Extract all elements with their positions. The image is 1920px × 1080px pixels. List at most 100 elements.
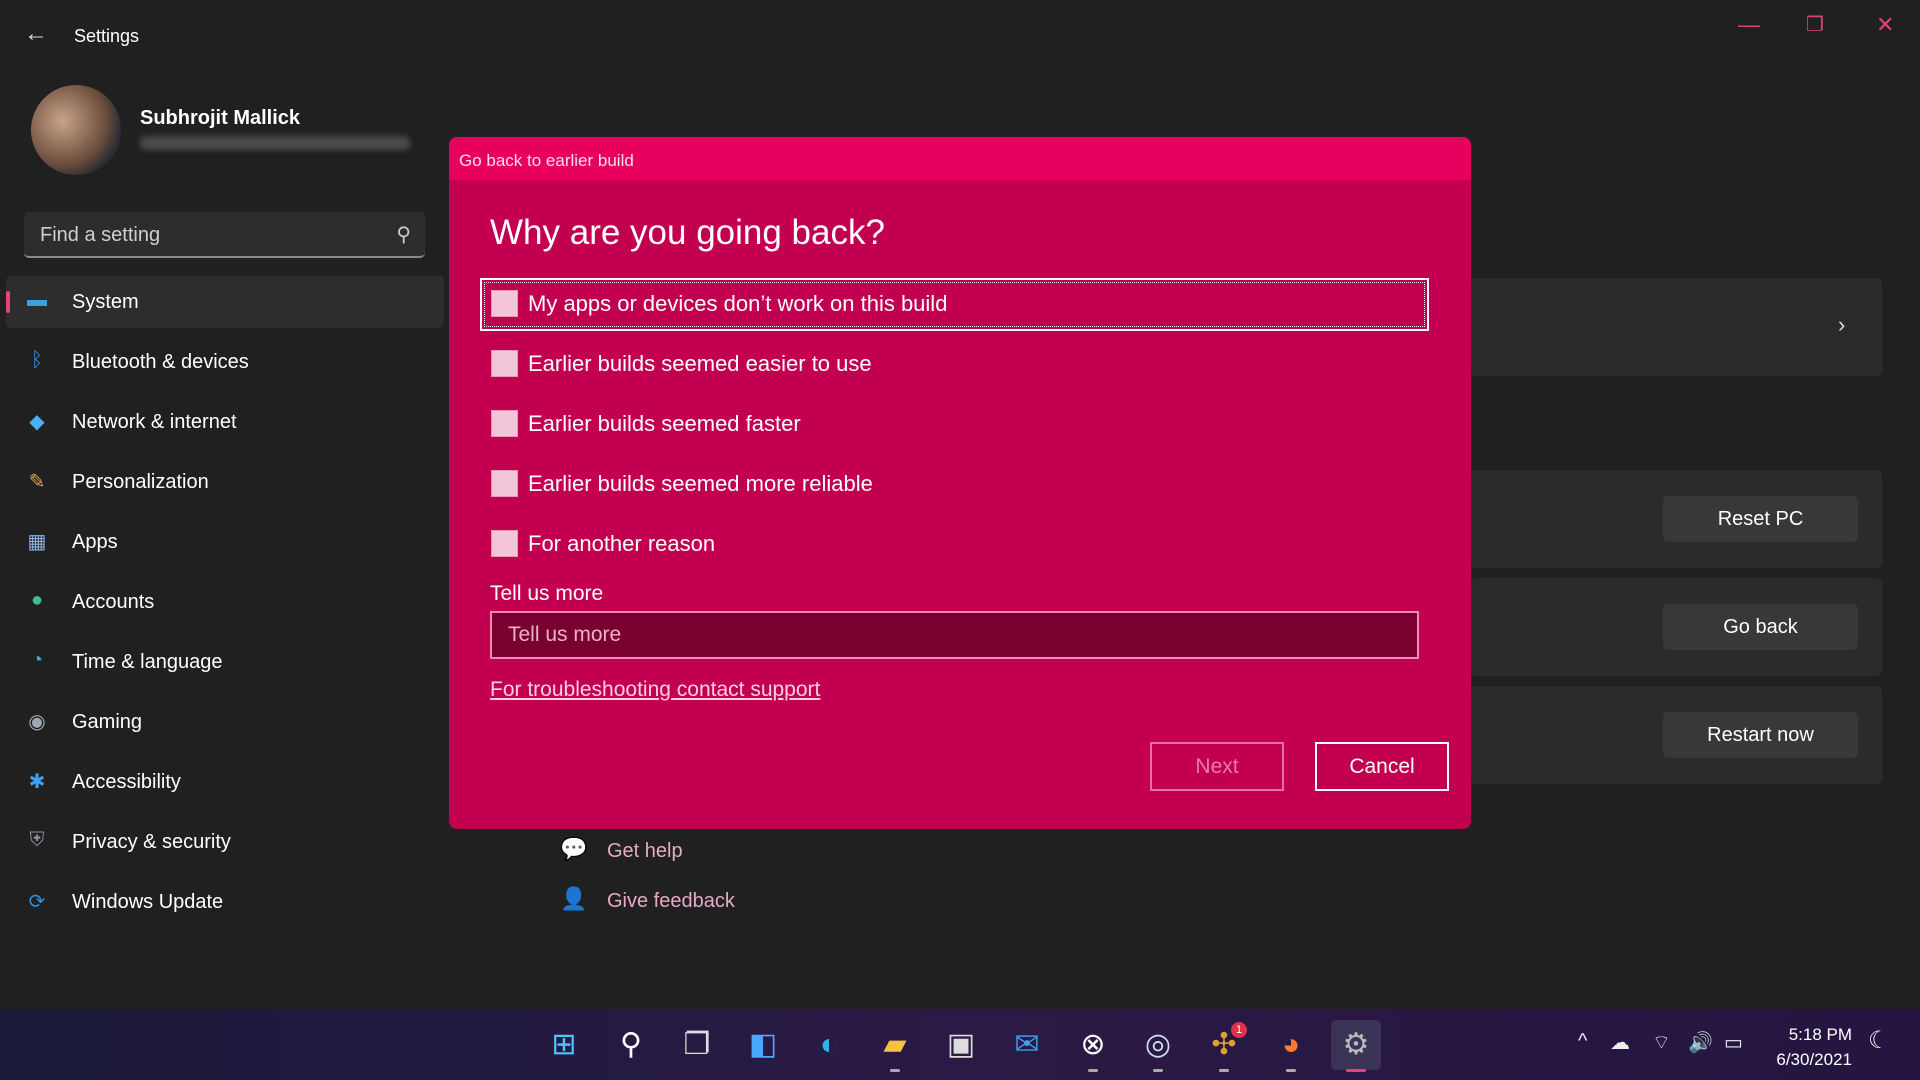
get-help-link[interactable]: Get help — [607, 840, 683, 863]
update-icon: ⟳ — [28, 891, 46, 913]
contact-support-link[interactable]: For troubleshooting contact support — [490, 678, 820, 702]
date: 6/30/2021 — [1776, 1050, 1852, 1069]
sidebar-item-label: Accessibility — [72, 771, 181, 793]
sidebar-item-apps[interactable]: ▦ Apps — [6, 516, 444, 568]
chevron-right-icon: › — [1838, 312, 1846, 337]
slack-icon[interactable]: ✣ 1 — [1199, 1020, 1249, 1072]
minimize-icon[interactable]: — — [1738, 12, 1760, 38]
reason-checkbox[interactable] — [491, 350, 518, 377]
give-feedback-link[interactable]: Give feedback — [607, 890, 735, 913]
sidebar-item-gaming[interactable]: ◉ Gaming — [6, 696, 444, 748]
dialog-header: Go back to earlier build — [449, 137, 1471, 180]
file-explorer-icon[interactable]: ▰ — [870, 1020, 920, 1072]
close-icon[interactable]: ✕ — [1876, 12, 1894, 38]
user-email-blurred — [140, 136, 410, 150]
search-input[interactable]: Find a setting ⚲ — [24, 212, 425, 258]
search-icon: ⚲ — [396, 224, 411, 246]
reason-checkbox[interactable] — [491, 410, 518, 437]
firefox-icon[interactable]: ◕ — [1266, 1020, 1316, 1072]
moon-icon[interactable]: ☾ — [1868, 1026, 1890, 1055]
brush-icon: ✎ — [28, 471, 46, 493]
sidebar-item-network-internet[interactable]: ◆ Network & internet — [6, 396, 444, 448]
sidebar-item-label: Apps — [72, 531, 118, 553]
sidebar-item-accounts[interactable]: ● Accounts — [6, 576, 444, 628]
user-name: Subhrojit Mallick — [140, 107, 301, 129]
shield-icon: ⛨ — [29, 829, 45, 851]
widgets-icon[interactable]: ◧ — [738, 1020, 788, 1070]
gamepad-icon: ◉ — [28, 711, 46, 733]
settings-icon[interactable]: ⚙ — [1331, 1020, 1381, 1072]
sidebar-item-system[interactable]: ▬ System — [6, 276, 444, 328]
notification-badge: 1 — [1231, 1022, 1247, 1038]
search-icon[interactable]: ⚲ — [606, 1020, 656, 1070]
dialog-title: Why are you going back? — [490, 213, 885, 252]
reason-label: Earlier builds seemed more reliable — [528, 471, 873, 496]
get-help-icon: 💬 — [560, 836, 588, 861]
sidebar-item-label: Personalization — [72, 471, 209, 493]
onedrive-icon[interactable]: ☁ — [1610, 1030, 1630, 1055]
running-indicator — [1088, 1069, 1098, 1072]
steam-icon[interactable]: ◎ — [1133, 1020, 1183, 1072]
sidebar-item-bluetooth-devices[interactable]: ᛒ Bluetooth & devices — [6, 336, 444, 388]
running-indicator — [1219, 1069, 1229, 1072]
edge-icon[interactable]: ◐ — [804, 1020, 854, 1070]
running-indicator — [1346, 1069, 1366, 1072]
running-indicator — [1153, 1069, 1163, 1072]
sidebar-item-label: Accounts — [72, 591, 155, 613]
bluetooth-icon: ᛒ — [31, 349, 43, 371]
reason-label: My apps or devices don’t work on this bu… — [528, 291, 948, 316]
system-icon: ▬ — [27, 289, 47, 311]
restore-icon[interactable]: ❐ — [1806, 12, 1824, 37]
recovery-options-card[interactable] — [1471, 278, 1882, 376]
sidebar-item-accessibility[interactable]: ✱ Accessibility — [6, 756, 444, 808]
wifi-icon: ◆ — [29, 411, 45, 433]
sidebar-item-privacy-security[interactable]: ⛨ Privacy & security — [6, 816, 444, 868]
sidebar-item-time-language[interactable]: ◔ Time & language — [6, 636, 444, 688]
sidebar-item-label: Windows Update — [72, 891, 224, 913]
go-back-button[interactable]: Go back — [1663, 604, 1858, 650]
reset-pc-button[interactable]: Reset PC — [1663, 496, 1858, 542]
task-view-icon[interactable]: ❐ — [672, 1020, 722, 1070]
sidebar-item-label: Privacy & security — [72, 831, 231, 853]
tell-us-more-label: Tell us more — [490, 582, 604, 605]
xbox-icon[interactable]: ⊗ — [1068, 1020, 1118, 1072]
sidebar-item-personalization[interactable]: ✎ Personalization — [6, 456, 444, 508]
reason-label: Earlier builds seemed faster — [528, 411, 801, 436]
sidebar-item-label: Network & internet — [72, 411, 237, 433]
reason-checkbox[interactable] — [491, 290, 518, 317]
next-button[interactable]: Next — [1150, 742, 1284, 791]
store-icon[interactable]: ▣ — [936, 1020, 986, 1070]
go-back-dialog: Go back to earlier build Why are you goi… — [449, 137, 1471, 829]
running-indicator — [1286, 1069, 1296, 1072]
wifi-icon[interactable]: ⌔ — [1652, 1030, 1671, 1055]
cancel-button[interactable]: Cancel — [1315, 742, 1449, 791]
tell-us-more-input[interactable]: Tell us more — [490, 611, 1419, 659]
restart-now-button[interactable]: Restart now — [1663, 712, 1858, 758]
accounts-icon: ● — [30, 589, 44, 611]
start-icon[interactable]: ⊞ — [539, 1020, 589, 1070]
volume-icon[interactable]: 🔊 — [1688, 1030, 1713, 1055]
sidebar-item-label: Gaming — [72, 711, 143, 733]
sidebar-item-label: System — [72, 291, 139, 313]
clock[interactable]: 5:18 PM 6/30/2021 — [1760, 1022, 1852, 1072]
reason-label: For another reason — [528, 531, 716, 556]
show-hidden-icons-icon[interactable]: ^ — [1578, 1030, 1587, 1053]
reason-checkbox[interactable] — [491, 470, 518, 497]
mail-icon[interactable]: ✉ — [1002, 1020, 1052, 1070]
search-placeholder: Find a setting — [40, 224, 161, 246]
battery-charging-icon[interactable]: ▭ — [1724, 1030, 1743, 1055]
reason-label: Earlier builds seemed easier to use — [528, 351, 872, 376]
sidebar-item-label: Bluetooth & devices — [72, 351, 249, 373]
sidebar-item-label: Time & language — [72, 651, 223, 673]
time: 5:18 PM — [1788, 1025, 1852, 1044]
give-feedback-icon: 👤 — [560, 886, 588, 911]
window-title: Settings — [74, 26, 140, 46]
apps-icon: ▦ — [27, 531, 47, 553]
clock-globe-icon: ◔ — [30, 649, 44, 671]
back-arrow-icon[interactable]: ← — [24, 20, 48, 48]
running-indicator — [890, 1069, 900, 1072]
accessibility-icon: ✱ — [28, 771, 46, 793]
sidebar-item-windows-update[interactable]: ⟳ Windows Update — [6, 876, 444, 928]
avatar — [31, 85, 121, 175]
reason-checkbox[interactable] — [491, 530, 518, 557]
